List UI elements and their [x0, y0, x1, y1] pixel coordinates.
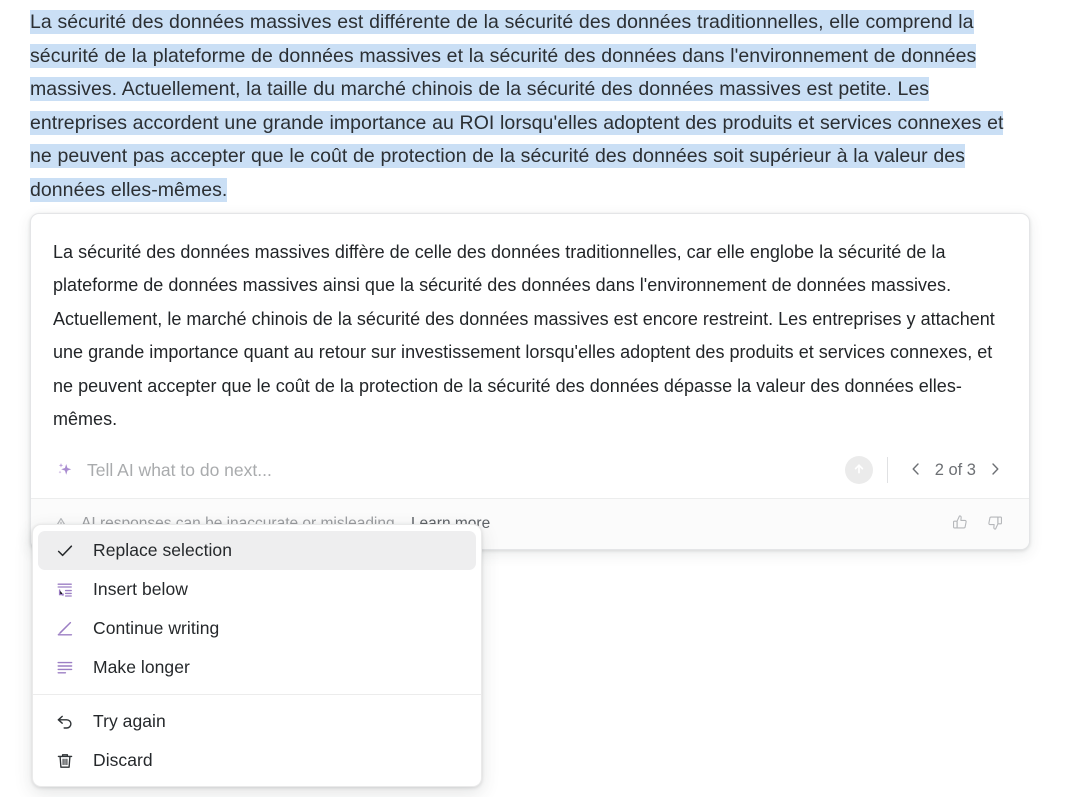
undo-arrow-icon: [54, 711, 76, 733]
menu-item-label: Discard: [93, 750, 153, 770]
menu-item-make-longer[interactable]: Make longer: [38, 648, 476, 687]
pager-next-button[interactable]: [983, 458, 1007, 482]
arrow-up-circle-icon: [851, 461, 867, 480]
ai-response-body: La sécurité des données massives diffère…: [31, 214, 1029, 442]
check-icon: [54, 540, 76, 562]
menu-item-try-again[interactable]: Try again: [38, 702, 476, 741]
menu-item-replace-selection[interactable]: Replace selection: [38, 531, 476, 570]
menu-item-label: Replace selection: [93, 540, 232, 560]
editor-page: La sécurité des données massives est dif…: [0, 0, 1080, 797]
menu-item-insert-below[interactable]: Insert below: [38, 570, 476, 609]
submit-prompt-button[interactable]: [844, 456, 873, 485]
insert-below-icon: [54, 579, 76, 601]
menu-item-label: Try again: [93, 711, 166, 731]
chevron-right-icon: [987, 461, 1003, 480]
ai-response-card: La sécurité des données massives diffère…: [30, 213, 1030, 551]
sparkle-icon: [53, 458, 77, 482]
menu-separator: [33, 694, 481, 695]
pager-label: 2 of 3: [934, 460, 976, 479]
thumbs-down-button[interactable]: [981, 511, 1007, 537]
make-longer-lines-icon: [54, 657, 76, 679]
chevron-left-icon: [908, 461, 924, 480]
menu-item-label: Make longer: [93, 657, 190, 677]
response-pager: 2 of 3: [904, 458, 1007, 482]
ai-response-text: La sécurité des données massives diffère…: [53, 242, 995, 430]
menu-item-continue-writing[interactable]: Continue writing: [38, 609, 476, 648]
ai-actions-menu: Replace selection Insert below Continue …: [32, 524, 482, 787]
thumbs-down-icon: [985, 513, 1004, 535]
thumbs-up-button[interactable]: [947, 511, 973, 537]
selected-text[interactable]: La sécurité des données massives est dif…: [30, 10, 1004, 202]
thumbs-up-icon: [951, 513, 970, 535]
ai-prompt-input[interactable]: [87, 455, 845, 486]
menu-item-label: Continue writing: [93, 618, 220, 638]
trash-icon: [54, 750, 76, 772]
menu-item-discard[interactable]: Discard: [38, 741, 476, 780]
pager-prev-button[interactable]: [904, 458, 928, 482]
source-paragraph[interactable]: La sécurité des données massives est dif…: [30, 6, 1012, 208]
toolbar-divider: [886, 457, 888, 484]
ai-prompt-row: 2 of 3: [31, 442, 1029, 498]
pencil-line-icon: [54, 618, 76, 640]
menu-item-label: Insert below: [93, 579, 188, 599]
